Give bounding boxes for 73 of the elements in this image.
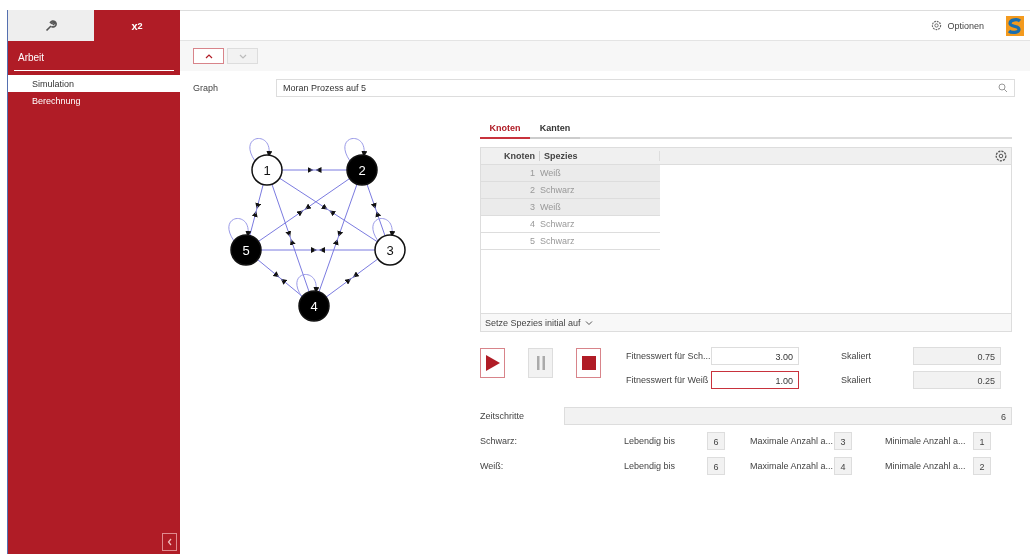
field-label: Graph [193,83,219,93]
species-label: Weiß: [480,460,505,471]
sidebar-item[interactable]: Berechnung [8,92,180,109]
field-label: Lebendig bis [624,435,677,446]
tab[interactable]: Knoten [480,120,530,139]
collapse-button[interactable] [162,533,177,551]
field-label: Maximale Anzahl a... [750,460,834,471]
table-cell-text: 4 [529,219,536,229]
logo-icon [1006,15,1024,36]
table-cell-text: 1 [529,168,536,178]
stop-button[interactable] [576,348,601,378]
field-label: Fitnesswert für Sch... [626,351,711,361]
self-loop-arrow [344,138,367,162]
graph-node[interactable]: 5 [230,234,262,266]
value-field: 2 [973,456,991,475]
species-label: Schwarz: [480,435,518,446]
options-link[interactable]: Optionen [931,20,984,31]
scaled-value-field: 0.25 [913,371,1001,389]
field-label: Lebendig bis [624,460,677,471]
value-field: 6 [707,456,725,475]
settings-icon[interactable] [995,150,1007,162]
self-loop-arrow [249,138,272,162]
self-loop-arrow [296,274,319,298]
stop-icon [581,356,596,370]
search-icon [998,83,1008,93]
move-up-button[interactable] [193,48,224,64]
value-field: 3 [834,431,852,450]
table-cell-text: 2 [529,185,536,195]
table-cell-text: 5 [529,236,536,246]
field-label: Fitnesswert für Weiß [626,375,710,385]
sidebar-tab[interactable] [8,10,94,41]
field-label: Minimale Anzahl a... [885,435,967,446]
field-label: Skaliert [840,375,872,385]
field-label: Maximale Anzahl a... [750,435,834,446]
table-cell: Weiß [540,202,561,212]
chevron-left-icon [166,538,173,546]
value-field: 6 [707,431,725,450]
chevron-up-icon [204,52,213,60]
chevron-down-icon [584,319,593,326]
field-label: Minimale Anzahl a... [885,460,967,471]
graph-select-field[interactable]: Moran Prozess auf 5 [276,79,1015,97]
fitness-input[interactable]: 1.00 [711,371,799,389]
play-button[interactable] [480,348,505,378]
section-title: Arbeit [14,41,174,71]
pause-icon [536,356,545,370]
field-label: Zeitschritte [480,411,525,421]
edge-arrow [281,167,348,173]
field-label: Skaliert [840,351,872,361]
graph-node[interactable]: 1 [251,154,283,186]
self-loop-arrow [228,218,251,242]
sidebar-item[interactable]: Simulation [8,75,180,92]
table-cell-text: 3 [529,202,536,212]
settings-icon [931,20,943,31]
species-dropdown-button[interactable]: Setze Spezies initial auf [481,317,597,328]
chevron-down-icon [238,52,247,60]
tab[interactable]: Kanten [530,120,580,139]
value-field: 1 [973,431,991,450]
graph-node[interactable]: 3 [374,234,406,266]
column-header[interactable]: Spezies [540,151,660,161]
value-field: 4 [834,456,852,475]
graph-node[interactable]: 4 [298,290,330,322]
wrench-icon [45,19,57,32]
scaled-value-field: 0.75 [913,347,1001,365]
table-cell: Weiß [540,168,561,178]
graph-node[interactable]: 2 [346,154,378,186]
steps-field: 6 [564,407,1012,425]
column-header[interactable]: Knoten [481,151,540,161]
fitness-input[interactable]: 3.00 [711,347,799,365]
table-cell: Schwarz [540,236,575,246]
self-loop-arrow [372,218,395,242]
play-icon [484,354,501,372]
table-cell: Schwarz [540,185,575,195]
table-cell: Schwarz [540,219,575,229]
